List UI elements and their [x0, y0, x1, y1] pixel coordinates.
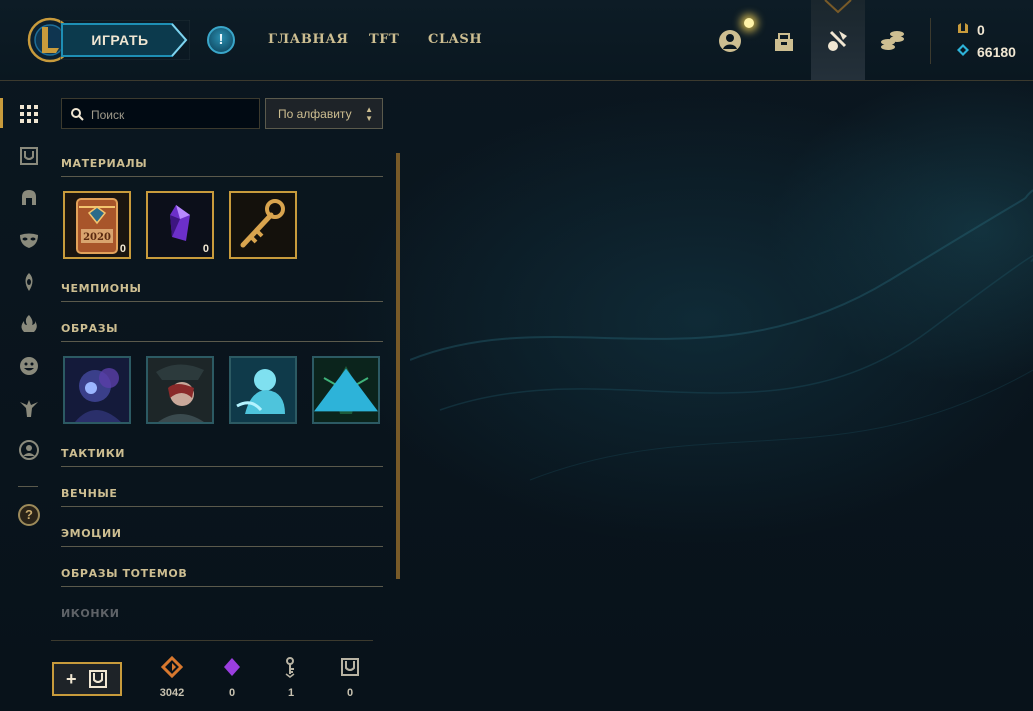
- key-counter[interactable]: 1: [266, 656, 316, 699]
- notification-dot: [744, 18, 754, 28]
- skin-art-2: [148, 358, 212, 422]
- loot-icon[interactable]: [825, 28, 851, 54]
- be-value: 66180: [977, 44, 1016, 60]
- profile-icon[interactable]: [717, 28, 743, 54]
- chest-icon: [341, 658, 359, 676]
- search-box[interactable]: [61, 98, 260, 130]
- nav-clash[interactable]: CLASH: [428, 32, 482, 47]
- sort-label: По алфавиту: [278, 107, 352, 121]
- list-scrollbar[interactable]: [396, 153, 400, 579]
- blue-essence-icon: [955, 43, 971, 60]
- essence-value: 1: [287, 687, 295, 699]
- material-gem-tile[interactable]: 0: [146, 191, 214, 259]
- top-bar: ИГРАТЬ ! ГЛАВНАЯ TFT CLASH 0 66180: [0, 0, 1033, 81]
- material-capsule-tile[interactable]: 2020 0: [63, 191, 131, 259]
- be-balance[interactable]: 66180: [955, 43, 1016, 60]
- material-key-tile[interactable]: [229, 191, 297, 259]
- key-icon: [285, 657, 295, 678]
- help-icon[interactable]: ?: [18, 504, 40, 526]
- essence-value: 0: [346, 687, 354, 699]
- orange-essence-counter[interactable]: 3042: [147, 656, 197, 699]
- skin-shard-tile[interactable]: [229, 356, 297, 424]
- mask-icon[interactable]: [18, 229, 40, 251]
- category-label: ТАКТИКИ: [61, 447, 126, 460]
- essence-value: 3042: [159, 687, 185, 699]
- rp-balance[interactable]: 0: [955, 21, 985, 38]
- category-skins[interactable]: ОБРАЗЫ: [61, 315, 383, 342]
- category-ward-skins[interactable]: ОБРАЗЫ ТОТЕМОВ: [61, 560, 383, 587]
- helmet-icon[interactable]: [18, 187, 40, 209]
- play-button[interactable]: ИГРАТЬ: [60, 20, 190, 60]
- capsule-year: 2020: [83, 232, 111, 243]
- totem-icon[interactable]: [18, 397, 40, 419]
- category-label: ВЕЧНЫЕ: [61, 487, 118, 500]
- category-label: ОБРАЗЫ ТОТЕМОВ: [61, 567, 188, 580]
- item-count: 0: [119, 243, 126, 255]
- rail-divider: [18, 486, 38, 487]
- rp-value: 0: [977, 22, 985, 38]
- search-input[interactable]: [89, 99, 258, 130]
- background-swirl: [410, 189, 1033, 481]
- header-divider: [930, 18, 931, 64]
- footer-divider: [51, 640, 373, 641]
- upgrade-arrow-icon: [314, 368, 378, 412]
- category-materials[interactable]: МАТЕРИАЛЫ: [61, 150, 383, 177]
- item-count: 0: [202, 243, 209, 255]
- skin-art-1: [65, 358, 129, 422]
- collection-icon[interactable]: [771, 28, 797, 54]
- search-icon: [71, 108, 84, 121]
- skin-shard-tile[interactable]: [312, 356, 380, 424]
- category-tactics[interactable]: ТАКТИКИ: [61, 440, 383, 467]
- icon-icon[interactable]: [18, 439, 40, 461]
- category-label: МАТЕРИАЛЫ: [61, 157, 148, 170]
- gem-icon: [224, 658, 240, 676]
- nav-tft[interactable]: TFT: [369, 32, 399, 47]
- flame-icon[interactable]: [18, 313, 40, 335]
- category-label: ЭМОЦИИ: [61, 527, 122, 540]
- category-champions[interactable]: ЧЕМПИОНЫ: [61, 275, 383, 302]
- chest-icon: [89, 670, 107, 688]
- skin-art-3: [231, 358, 295, 422]
- grid-icon[interactable]: [18, 103, 40, 125]
- active-tab-chevron: [824, 0, 852, 14]
- sort-dropdown[interactable]: По алфавиту ▲ ▼: [265, 98, 383, 129]
- alert-button[interactable]: !: [207, 26, 235, 54]
- skin-shard-tile[interactable]: [63, 356, 131, 424]
- play-label: ИГРАТЬ: [91, 32, 149, 48]
- category-icons[interactable]: ИКОНКИ: [61, 600, 383, 626]
- gem-counter[interactable]: 0: [207, 656, 257, 699]
- plus-label: +: [66, 669, 77, 689]
- category-emotes[interactable]: ЭМОЦИИ: [61, 520, 383, 547]
- sort-chevron-icon: ▲ ▼: [365, 105, 373, 123]
- skin-shard-tile[interactable]: [146, 356, 214, 424]
- orange-essence-icon: [161, 656, 183, 678]
- category-label: ИКОНКИ: [61, 607, 120, 620]
- rp-icon: [955, 21, 971, 38]
- chest-icon[interactable]: [18, 145, 40, 167]
- store-icon[interactable]: [879, 28, 905, 54]
- craft-add-button[interactable]: +: [52, 662, 122, 696]
- emote-icon[interactable]: [18, 355, 40, 377]
- chest-counter[interactable]: 0: [325, 656, 375, 699]
- nav-home[interactable]: ГЛАВНАЯ: [268, 32, 349, 47]
- category-eternals[interactable]: ВЕЧНЫЕ: [61, 480, 383, 507]
- category-label: ЧЕМПИОНЫ: [61, 282, 142, 295]
- key-icon: [231, 193, 295, 257]
- essence-value: 0: [228, 687, 236, 699]
- category-label: ОБРАЗЫ: [61, 322, 119, 335]
- ward-icon[interactable]: [18, 271, 40, 293]
- loot-list: МАТЕРИАЛЫ 2020 0 0 ЧЕМПИОНЫ ОБРАЗЫ ТАКТИ…: [61, 150, 383, 630]
- rail-active-indicator: [0, 98, 3, 128]
